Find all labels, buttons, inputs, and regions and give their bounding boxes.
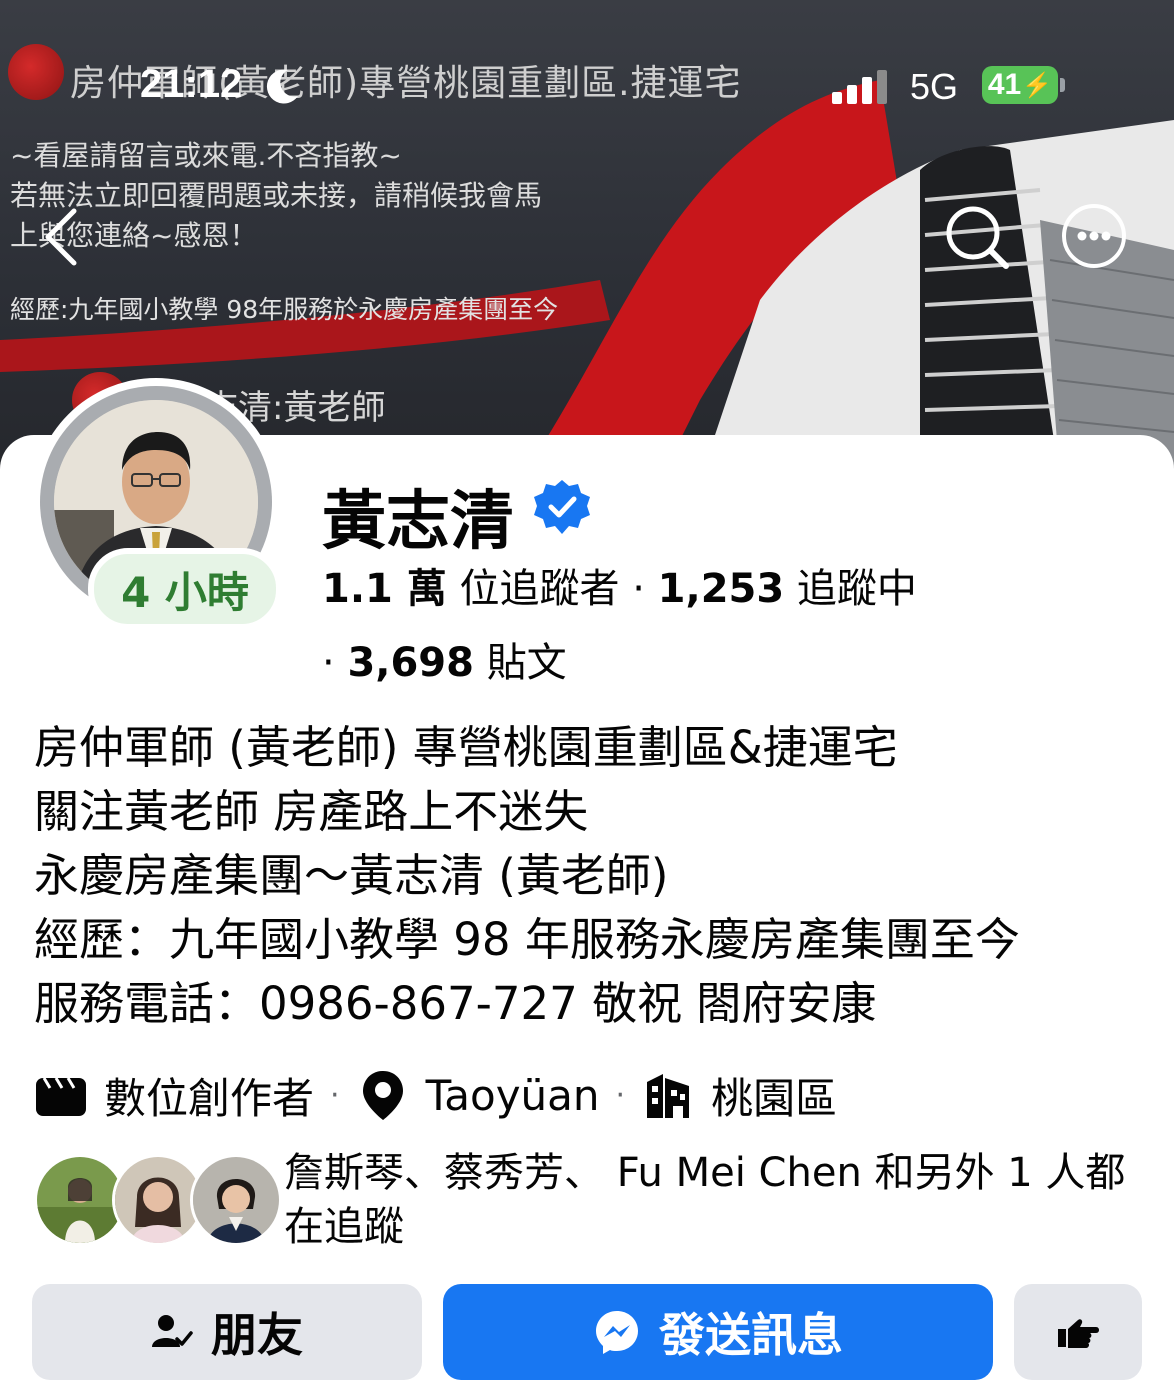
profile-name: 黃志清 bbox=[322, 485, 514, 559]
more-options-icon[interactable] bbox=[1060, 202, 1128, 270]
battery-level: 41 bbox=[987, 68, 1022, 101]
profile-details: 數位創作者 · Taoyüan · 桃園區 bbox=[34, 1064, 837, 1126]
cover-line: ~看屋請留言或來電.不吝指教~ bbox=[10, 139, 402, 172]
followers-count[interactable]: 1.1 萬 bbox=[322, 566, 447, 612]
moon-icon bbox=[266, 69, 298, 104]
more-actions-button[interactable] bbox=[1014, 1284, 1142, 1380]
friends-button[interactable]: 朋友 bbox=[32, 1284, 422, 1380]
following-count[interactable]: 1,253 bbox=[658, 566, 785, 612]
story-age-badge[interactable]: 4 小時 bbox=[88, 548, 282, 630]
battery-nub bbox=[1060, 78, 1065, 92]
video-creator-icon bbox=[36, 1077, 86, 1116]
bio-line: 關注黃老師 房產路上不迷失 bbox=[34, 785, 589, 838]
stats-separator: · bbox=[322, 640, 335, 686]
mutual-avatar-photo bbox=[37, 1157, 123, 1243]
creator-category: 數位創作者 bbox=[104, 1073, 315, 1123]
send-message-label: 發送訊息 bbox=[659, 1308, 843, 1362]
mutual-avatar-photo bbox=[115, 1157, 201, 1243]
profile-stats-posts: · 3,698 貼文 bbox=[322, 630, 567, 688]
location-pin-icon bbox=[362, 1071, 403, 1120]
messenger-icon bbox=[596, 1311, 638, 1354]
stats-separator: · bbox=[632, 566, 645, 612]
network-type: 5G bbox=[910, 66, 959, 107]
cover-red-dot bbox=[8, 44, 64, 100]
posts-count: 3,698 bbox=[347, 640, 474, 686]
meta-separator: · bbox=[615, 1077, 626, 1113]
location-district[interactable]: 桃園區 bbox=[711, 1065, 837, 1126]
back-icon[interactable] bbox=[36, 205, 86, 269]
send-message-button[interactable]: 發送訊息 bbox=[443, 1284, 993, 1380]
meta-separator: · bbox=[330, 1077, 340, 1113]
status-time: 21:12 bbox=[140, 62, 243, 106]
pointing-hand-icon bbox=[1058, 1319, 1099, 1348]
cover-line: 若無法立即回覆問題或未接，請稍候我會馬 bbox=[10, 179, 543, 212]
bio-line: 房仲軍師 (黃老師) 專營桃園重劃區&捷運宅 bbox=[34, 721, 898, 774]
charging-icon: ⚡ bbox=[1022, 71, 1053, 99]
followers-label[interactable]: 位追蹤者 bbox=[460, 566, 620, 612]
bio-line: 經歷：九年國小教學 98 年服務永慶房產集團至今 bbox=[34, 913, 1020, 966]
friends-button-label: 朋友 bbox=[211, 1308, 303, 1362]
posts-label: 貼文 bbox=[486, 640, 567, 686]
search-icon[interactable] bbox=[942, 202, 1012, 272]
bio-line: 永慶房產集團～黃志清 (黃老師) bbox=[34, 849, 669, 902]
cover-experience: 經歷:九年國小教學 98年服務於永慶房產集團至今 bbox=[10, 295, 559, 324]
mutual-avatar-photo bbox=[193, 1157, 279, 1243]
signal-icon bbox=[832, 70, 887, 104]
location-city[interactable]: Taoyüan bbox=[426, 1071, 600, 1120]
battery-indicator: 41 ⚡ bbox=[982, 66, 1058, 104]
bio-line: 服務電話：0986-867-727 敬祝 閤府安康 bbox=[34, 977, 877, 1030]
mutual-friends-avatars[interactable] bbox=[34, 1154, 282, 1246]
mutual-avatar[interactable] bbox=[190, 1154, 282, 1246]
mutual-names[interactable]: 詹斯琴、蔡秀芳、 Fu Mei Chen bbox=[284, 1150, 862, 1196]
building-icon bbox=[647, 1074, 690, 1118]
following-label[interactable]: 追蹤中 bbox=[797, 566, 917, 612]
mutual-followers-text[interactable]: 詹斯琴、蔡秀芳、 Fu Mei Chen 和另外 1 人都在追蹤 bbox=[284, 1146, 1144, 1254]
profile-stats: 1.1 萬 位追蹤者 · 1,253 追蹤中 bbox=[322, 556, 917, 614]
profile-bio: 房仲軍師 (黃老師) 專營桃園重劃區&捷運宅 關注黃老師 房產路上不迷失 永慶房… bbox=[34, 716, 1020, 1036]
verified-badge-icon[interactable] bbox=[532, 478, 592, 538]
friend-check-icon bbox=[152, 1315, 193, 1347]
